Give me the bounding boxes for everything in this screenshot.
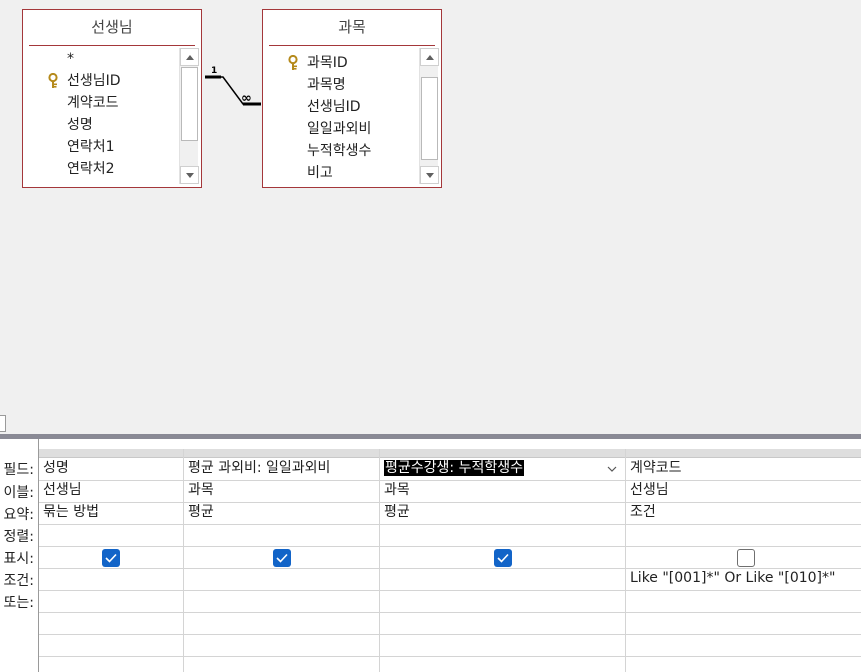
total-cell[interactable]: 묶는 방법 <box>39 502 183 524</box>
selected-field-text: 평균수강생: 누적학생수 <box>384 460 524 476</box>
total-cell[interactable]: 평균 <box>184 502 379 524</box>
checkmark-icon <box>276 553 288 563</box>
grid-row-labels: 필드: 이블: 요약: 정렬: 표시: 조건: 또는: <box>0 439 38 672</box>
sort-cell[interactable] <box>39 524 183 546</box>
sort-cell[interactable] <box>184 524 379 546</box>
criteria-cell[interactable] <box>39 568 183 590</box>
table-cell[interactable]: 선생님 <box>626 480 861 502</box>
or-cell[interactable] <box>626 590 861 612</box>
row-label-criteria: 조건: <box>3 573 34 589</box>
field-cell[interactable]: 성명 <box>39 458 183 480</box>
row-label-total: 요약: <box>3 507 34 523</box>
row-label-sort: 정렬: <box>3 529 34 545</box>
table-cell[interactable]: 선생님 <box>39 480 183 502</box>
show-checkbox[interactable] <box>102 549 120 567</box>
total-cell[interactable]: 평균 <box>380 502 625 524</box>
show-checkbox[interactable] <box>737 549 755 567</box>
or-cell[interactable] <box>380 590 625 612</box>
sort-cell[interactable] <box>626 524 861 546</box>
row-label-field: 필드: <box>3 462 34 478</box>
row-label-or: 또는: <box>3 595 34 611</box>
query-design-grid[interactable]: 필드: 이블: 요약: 정렬: 표시: 조건: 또는: 성명 선생님 묶는 방법 <box>0 439 861 672</box>
grid-body[interactable]: 성명 선생님 묶는 방법 평균 과외비: 일일과외비 과목 평균 평균수강생: … <box>38 439 861 672</box>
horizontal-scrollbar-stub[interactable] <box>0 415 6 432</box>
show-checkbox[interactable] <box>494 549 512 567</box>
query-design-pane[interactable]: 선생님 * 선생님ID 계약코드 성명 연락처1 연락처2 과목 과목ID 과목… <box>0 0 861 412</box>
total-cell[interactable]: 조건 <box>626 502 861 524</box>
relationship-one-label: 1 <box>211 66 217 76</box>
checkmark-icon <box>497 553 509 563</box>
table-cell[interactable]: 과목 <box>380 480 625 502</box>
column-selector-bar[interactable] <box>39 449 861 458</box>
criteria-cell[interactable]: Like "[001]*" Or Like "[010]*" <box>626 568 861 590</box>
criteria-cell[interactable] <box>380 568 625 590</box>
table-cell[interactable]: 과목 <box>184 480 379 502</box>
show-checkbox[interactable] <box>273 549 291 567</box>
field-cell-selected[interactable]: 평균수강생: 누적학생수 <box>380 458 625 480</box>
sort-cell[interactable] <box>380 524 625 546</box>
criteria-cell[interactable] <box>184 568 379 590</box>
or-cell[interactable] <box>184 590 379 612</box>
row-label-show: 표시: <box>3 551 34 567</box>
field-cell[interactable]: 평균 과외비: 일일과외비 <box>184 458 379 480</box>
pane-splitter[interactable] <box>0 412 861 436</box>
relationship-many-label: ∞ <box>241 91 252 106</box>
relationship-line[interactable]: 1 ∞ <box>0 0 861 412</box>
field-cell[interactable]: 계약코드 <box>626 458 861 480</box>
dropdown-arrow-icon[interactable] <box>603 460 621 478</box>
or-cell[interactable] <box>39 590 183 612</box>
checkmark-icon <box>105 553 117 563</box>
row-label-table: 이블: <box>3 485 34 501</box>
